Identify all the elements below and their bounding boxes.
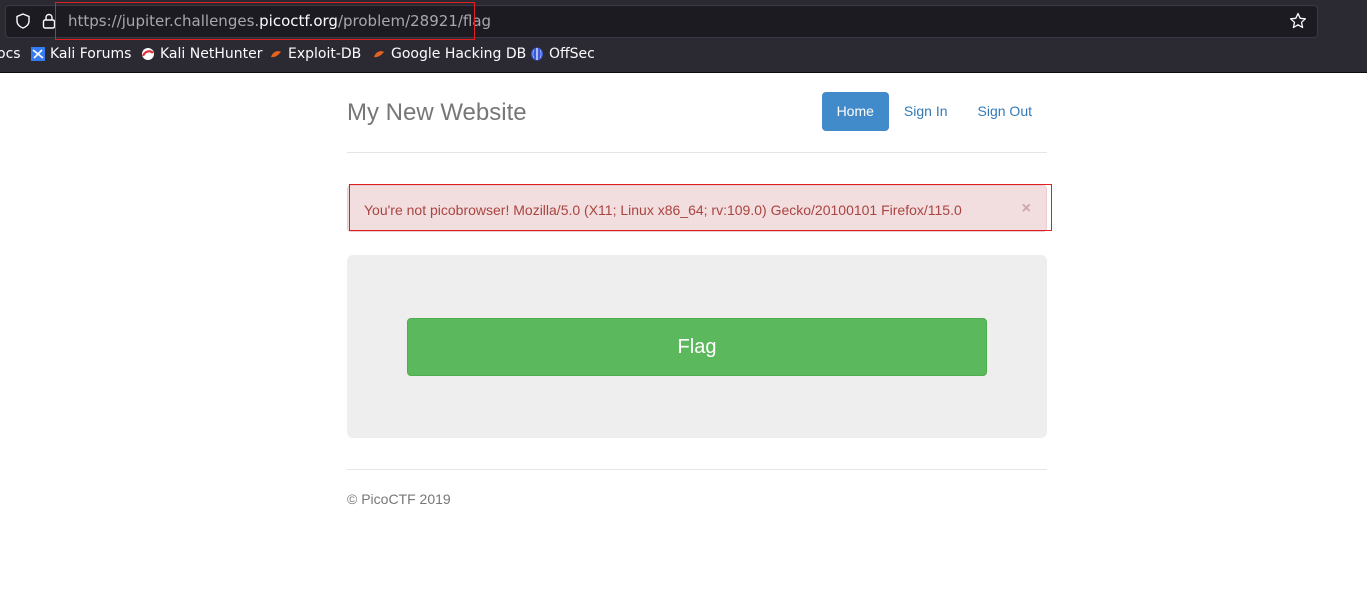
- flag-button[interactable]: Flag: [407, 318, 987, 376]
- bookmark-star-icon[interactable]: [1289, 12, 1307, 30]
- bookmark-label: Kali NetHunter: [160, 46, 263, 62]
- bookmark-exploit-db[interactable]: Exploit-DB: [269, 46, 361, 62]
- lock-icon[interactable]: [42, 13, 56, 29]
- nav-sign-in[interactable]: Sign In: [889, 92, 963, 131]
- bookmark-label: ocs: [0, 46, 21, 62]
- offsec-icon: [531, 47, 543, 61]
- site-nav: Home Sign In Sign Out: [821, 92, 1047, 131]
- browser-chrome: https://jupiter.challenges.picoctf.org/p…: [0, 0, 1367, 73]
- bookmark-docs[interactable]: ocs: [0, 46, 21, 62]
- bookmark-label: Exploit-DB: [288, 46, 362, 62]
- bookmark-google-hacking-db[interactable]: Google Hacking DB: [372, 46, 526, 62]
- header-divider: [347, 152, 1047, 153]
- bookmark-offsec[interactable]: OffSec: [530, 46, 595, 62]
- bookmark-label: Kali Forums: [50, 46, 132, 62]
- bookmark-kali-nethunter[interactable]: Kali NetHunter: [141, 46, 262, 62]
- kali-nethunter-icon: [141, 48, 154, 60]
- bookmark-label: OffSec: [549, 46, 595, 62]
- kali-forums-icon: [31, 47, 45, 61]
- site-brand: My New Website: [347, 99, 527, 126]
- nav-sign-out[interactable]: Sign Out: [963, 92, 1047, 131]
- shield-icon[interactable]: [15, 13, 31, 29]
- nav-home[interactable]: Home: [821, 92, 889, 131]
- bookmark-kali-forums[interactable]: Kali Forums: [31, 46, 131, 62]
- jumbotron: Flag: [347, 255, 1047, 438]
- exploit-db-icon: [271, 51, 281, 58]
- footer-text: © PicoCTF 2019: [347, 491, 451, 507]
- ghdb-icon: [374, 51, 384, 58]
- footer-divider: [347, 469, 1047, 470]
- url-annotation-box: [55, 2, 475, 40]
- bookmark-label: Google Hacking DB: [391, 46, 527, 62]
- bookmarks-toolbar: ocs Kali Forums Kali NetHunter Exploit-D…: [0, 44, 1367, 68]
- alert-annotation-box: [349, 184, 1052, 231]
